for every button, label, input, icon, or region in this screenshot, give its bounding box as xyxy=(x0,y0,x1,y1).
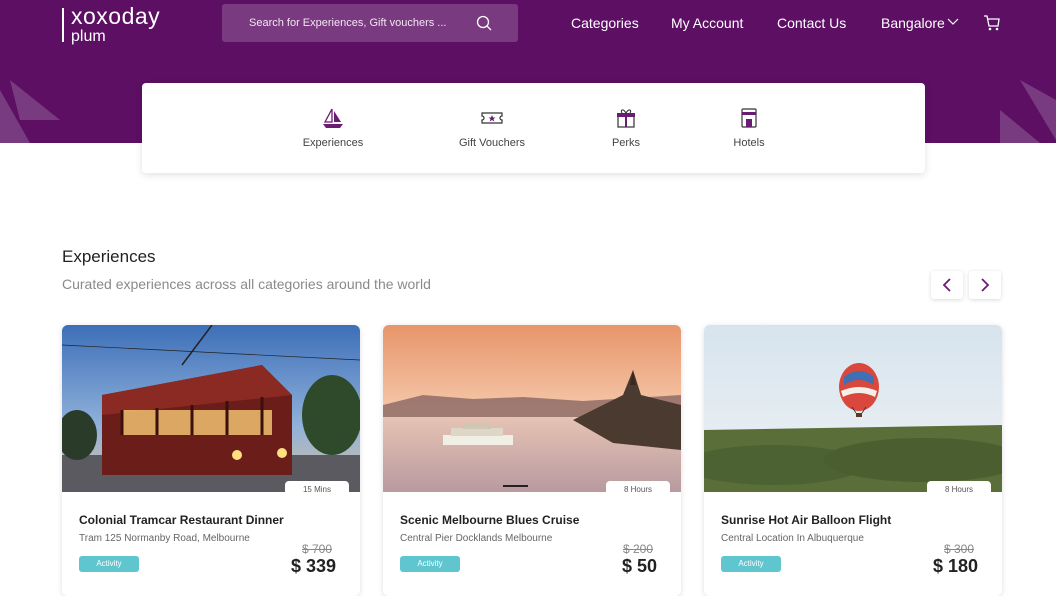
discounted-price: $ 339 xyxy=(290,556,336,576)
category-experiences[interactable]: Experiences xyxy=(298,107,368,149)
nav-categories[interactable]: Categories xyxy=(571,15,639,31)
category-gift-vouchers[interactable]: Gift Vouchers xyxy=(446,107,538,149)
duration-tag: 8 Hours xyxy=(927,481,991,499)
category-hotels[interactable]: Hotels xyxy=(726,107,772,149)
category-card: Experiences Gift Vouchers Perks Hotels xyxy=(142,83,925,173)
card-location: Central Location In Albuquerque xyxy=(721,533,864,544)
card-image xyxy=(383,325,681,492)
nav-my-account[interactable]: My Account xyxy=(671,15,743,31)
search-icon[interactable] xyxy=(476,15,492,31)
card-location: Central Pier Docklands Melbourne xyxy=(400,533,553,544)
chevron-left-icon xyxy=(942,278,951,292)
chevron-down-icon[interactable] xyxy=(947,17,959,27)
logo-sub: plum xyxy=(71,28,106,45)
category-label: Gift Vouchers xyxy=(458,137,526,149)
original-price: $ 700 xyxy=(301,542,332,556)
experience-card[interactable]: 8 Hours Sunrise Hot Air Balloon Flight C… xyxy=(704,325,1002,596)
category-badge: Activity xyxy=(79,556,139,572)
search-box xyxy=(222,4,518,42)
category-badge: Activity xyxy=(400,556,460,572)
sailboat-icon xyxy=(323,108,343,128)
hotel-icon xyxy=(741,108,757,128)
city-selector[interactable]: Bangalore xyxy=(881,15,945,31)
voucher-icon xyxy=(481,112,503,124)
nav-contact-us[interactable]: Contact Us xyxy=(777,15,846,31)
card-title[interactable]: Scenic Melbourne Blues Cruise xyxy=(400,513,579,527)
discounted-price: $ 50 xyxy=(621,556,657,576)
cart-icon[interactable] xyxy=(983,14,1001,32)
card-location: Tram 125 Normanby Road, Melbourne xyxy=(79,533,250,544)
logo-bar xyxy=(62,8,64,42)
decorative-triangles-left xyxy=(0,80,60,143)
category-label: Hotels xyxy=(733,137,765,149)
carousel-next-button[interactable] xyxy=(969,271,1001,299)
carousel-prev-button[interactable] xyxy=(931,271,963,299)
category-label: Experiences xyxy=(302,137,364,149)
duration-tag: 15 Mins xyxy=(285,481,349,499)
decorative-triangles-right xyxy=(1000,80,1056,143)
section-subtitle: Curated experiences across all categorie… xyxy=(62,276,431,292)
experience-card[interactable]: 8 Hours Scenic Melbourne Blues Cruise Ce… xyxy=(383,325,681,596)
gift-icon xyxy=(617,109,635,128)
chevron-right-icon xyxy=(981,278,990,292)
logo-brand: xoxoday xyxy=(71,3,161,29)
card-title[interactable]: Colonial Tramcar Restaurant Dinner xyxy=(79,513,284,527)
duration-tag: 8 Hours xyxy=(606,481,670,499)
card-image xyxy=(62,325,360,492)
section-title: Experiences xyxy=(62,247,156,266)
card-title[interactable]: Sunrise Hot Air Balloon Flight xyxy=(721,513,891,527)
category-badge: Activity xyxy=(721,556,781,572)
category-perks[interactable]: Perks xyxy=(602,107,650,149)
discounted-price: $ 180 xyxy=(932,556,978,576)
original-price: $ 300 xyxy=(943,542,974,556)
original-price: $ 200 xyxy=(622,542,653,556)
xoxoday-plum-logo[interactable]: xoxoday plum xyxy=(62,2,182,46)
card-image xyxy=(704,325,1002,492)
experience-card[interactable]: 15 Mins Colonial Tramcar Restaurant Dinn… xyxy=(62,325,360,596)
category-label: Perks xyxy=(611,137,641,149)
search-input[interactable] xyxy=(222,4,472,42)
